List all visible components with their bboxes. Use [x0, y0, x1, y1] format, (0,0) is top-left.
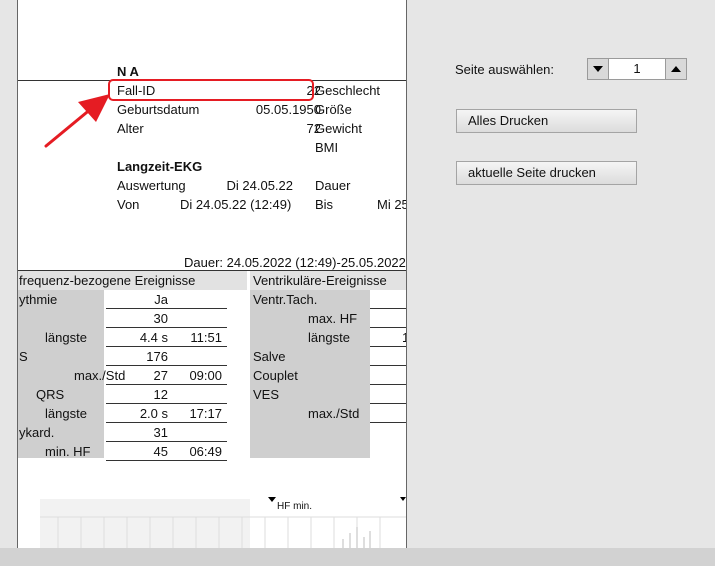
left-row-label: QRS [36, 387, 65, 402]
left-row-time: 09:00 [189, 368, 222, 383]
chart-area [18, 497, 406, 548]
row-divider [370, 308, 406, 309]
print-current-page-button[interactable]: aktuelle Seite drucken [456, 161, 637, 185]
right-row-label: Ventr.Tach. [253, 292, 318, 307]
left-row-time: 17:17 [189, 406, 222, 421]
row-divider [106, 441, 227, 442]
alter-value: 72 [306, 121, 321, 136]
row-divider [106, 346, 227, 347]
row-divider [106, 365, 227, 366]
left-row-value: Ja [154, 292, 168, 307]
arrow-down-icon [593, 66, 603, 72]
row-divider [106, 422, 227, 423]
auswertung-label: Auswertung [117, 178, 186, 193]
right-row-label: Couplet [253, 368, 298, 383]
row-divider [106, 403, 227, 404]
geburtsdatum-value: 05.05.1950 [255, 102, 321, 117]
page-select-label: Seite auswählen: [455, 62, 555, 77]
right-partial-value: 1 [402, 330, 406, 345]
right-table-header: Ventrikuläre-Ereignisse [253, 273, 387, 288]
report-page: N A Fall-ID 22 Geschlecht Geburtsdatum 0… [17, 0, 407, 548]
left-row-value: 12 [153, 387, 168, 402]
duration-line: Dauer: 24.05.2022 (12:49)-25.05.2022 [184, 255, 406, 270]
groesse-label: Größe [315, 102, 352, 117]
row-divider [106, 308, 227, 309]
right-row-label: max./Std [308, 406, 360, 421]
left-row-value: 45 [153, 444, 168, 459]
geburtsdatum-label: Geburtsdatum [117, 102, 200, 117]
left-row-label: längste [45, 330, 87, 345]
bmi-label: BMI [315, 140, 339, 155]
row-divider [370, 365, 406, 366]
section-title: Langzeit-EKG [117, 159, 203, 174]
row-divider [370, 327, 406, 328]
von-label: Von [117, 197, 140, 212]
annotation-arrow-icon [44, 94, 110, 148]
dauer-label: Dauer [315, 178, 351, 193]
row-divider [370, 422, 406, 423]
left-row-label: längste [45, 406, 87, 421]
left-row-value: 30 [153, 311, 168, 326]
left-row-label: S [19, 349, 28, 364]
chart-label: HF min. [277, 501, 312, 512]
print-all-button[interactable]: Alles Drucken [456, 109, 637, 133]
left-row-value: 31 [153, 425, 168, 440]
right-row-label: Salve [253, 349, 286, 364]
left-row-time: 11:51 [190, 330, 222, 345]
left-row-time: 06:49 [189, 444, 222, 459]
alter-label: Alter [117, 121, 144, 136]
right-row-label: VES [253, 387, 280, 402]
page-increment-button[interactable] [665, 58, 687, 80]
left-row-value: 27 [153, 368, 168, 383]
arrow-up-icon [671, 66, 681, 72]
row-divider [370, 403, 406, 404]
left-table-header: frequenz-bezogene Ereignisse [19, 273, 196, 288]
auswertung-value: Di 24.05.22 [226, 178, 294, 193]
left-row-value: 4.4 s [139, 330, 168, 345]
left-row-value: 2.0 s [139, 406, 168, 421]
bis-label: Bis [315, 197, 334, 212]
page-decrement-button[interactable] [587, 58, 609, 80]
bis-value: Mi 25 [377, 197, 407, 212]
row-divider [106, 460, 227, 461]
geschlecht-label: Geschlecht [315, 83, 381, 98]
von-value: Di 24.05.22 (12:49) [180, 197, 292, 212]
row-divider [106, 384, 227, 385]
left-row-label: ythmie [19, 292, 58, 307]
highlight-box [108, 79, 314, 101]
right-row-label: max. HF [308, 311, 358, 326]
patient-name: N A [117, 64, 139, 79]
status-strip [0, 548, 715, 566]
row-divider [106, 327, 227, 328]
row-divider [370, 346, 406, 347]
right-row-label: längste [308, 330, 350, 345]
left-row-label: ykard. [19, 425, 55, 440]
left-row-value: 176 [146, 349, 168, 364]
left-row-label: min. HF [45, 444, 91, 459]
gewicht-label: Gewicht [315, 121, 362, 136]
row-divider [370, 384, 406, 385]
page-number-input[interactable]: 1 [609, 58, 665, 80]
